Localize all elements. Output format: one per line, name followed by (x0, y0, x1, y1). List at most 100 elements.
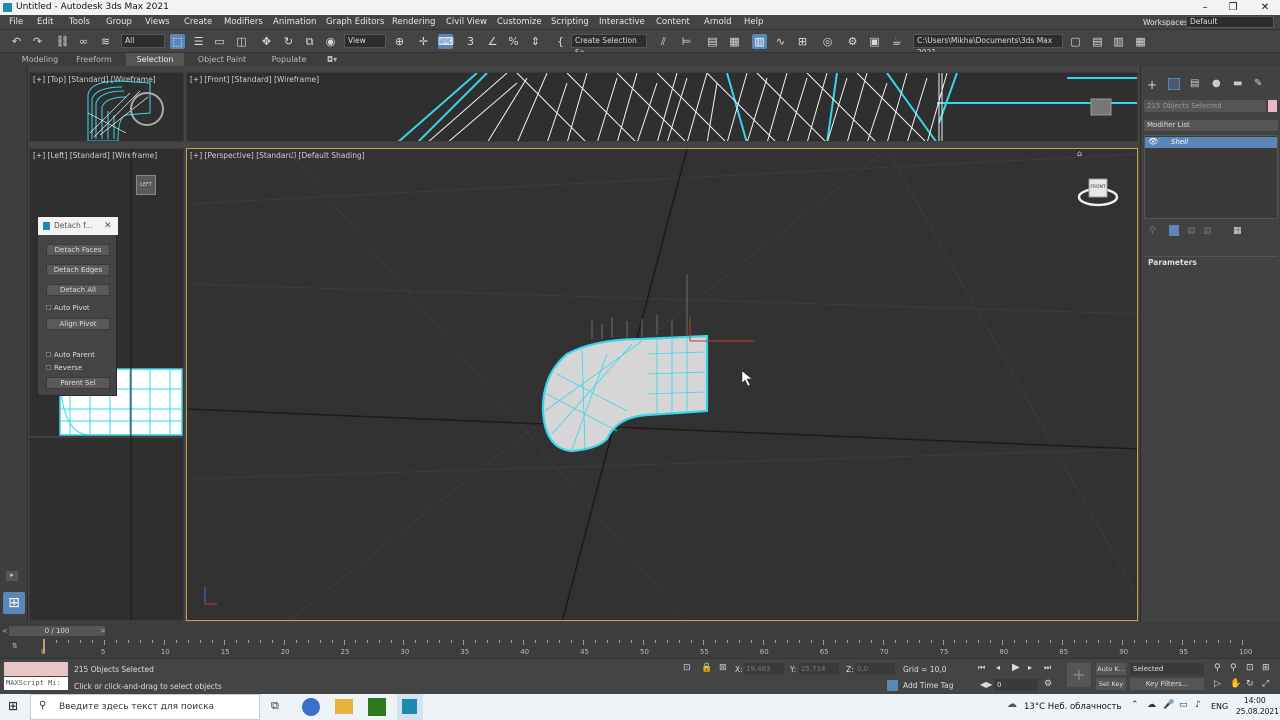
go-to-end-icon[interactable]: ⏭ (1044, 663, 1051, 673)
weather-text[interactable]: 13°C Неб. облачность (1024, 702, 1121, 712)
toggle-ribbon-icon[interactable]: ▥ (752, 34, 767, 49)
menu-interactive[interactable]: Interactive (599, 16, 645, 29)
hierarchy-tab-icon[interactable]: ▤ (1190, 78, 1199, 89)
snaps-toggle-icon[interactable]: 3 (463, 34, 478, 49)
zoom-all-icon[interactable]: ⚲ (1230, 663, 1237, 673)
menu-group[interactable]: Group (106, 16, 132, 29)
auto-parent-checkbox[interactable] (46, 352, 51, 357)
ribbon-options-icon[interactable]: ◘▾ (323, 53, 341, 66)
place-icon[interactable]: ◉ (323, 34, 338, 49)
previous-frame-icon[interactable]: ◂ (996, 663, 1000, 672)
object-color-swatch[interactable] (1268, 100, 1277, 112)
pan-view-icon[interactable]: ✋ (1230, 679, 1241, 689)
expand-layout-icon[interactable]: ▸ (6, 571, 18, 581)
clock-date[interactable]: 25.08.2021 (1236, 707, 1279, 716)
maxscript-mini-listener[interactable]: MAXScript Mi: (4, 677, 68, 690)
tray-chevron-icon[interactable]: ⌃ (1131, 700, 1139, 710)
viewport-layout-icon[interactable]: ⊞ (3, 592, 25, 614)
tab-freeform[interactable]: Freeform (70, 53, 118, 66)
set-project-icon[interactable]: ▤ (1090, 34, 1105, 49)
workspaces-dropdown[interactable]: Default (1186, 16, 1274, 28)
time-configuration-icon[interactable]: ⚙ (1044, 679, 1052, 689)
add-time-tag-button[interactable]: Add Time Tag (903, 681, 953, 690)
rotate-icon[interactable]: ↻ (281, 34, 296, 49)
window-crossing-icon[interactable]: ◫ (234, 34, 249, 49)
volume-icon[interactable]: ♪ (1195, 700, 1201, 710)
parameters-rollout[interactable]: Parameters (1144, 256, 1278, 268)
menu-tools[interactable]: Tools (69, 16, 90, 29)
spinner-snap-icon[interactable]: ⇕ (528, 34, 543, 49)
detach-edges-button[interactable]: Detach Edges (46, 264, 110, 276)
pin-stack-icon[interactable]: ⚲ (1149, 226, 1156, 236)
save-project-icon[interactable]: ▥ (1111, 34, 1126, 49)
bind-spacewarp-icon[interactable]: ≋ (98, 34, 113, 49)
show-end-result-icon[interactable] (1169, 225, 1179, 236)
orbit-icon[interactable]: ↻ (1246, 679, 1254, 689)
render-setup-icon[interactable]: ⚙ (845, 34, 860, 49)
remove-modifier-icon[interactable]: ▥ (1203, 226, 1212, 236)
object-name-field[interactable]: 215 Objects Selected (1144, 100, 1266, 112)
weather-icon[interactable]: ☁ (1007, 699, 1017, 710)
tab-selection[interactable]: Selection (126, 53, 184, 66)
mirror-icon[interactable]: ⫽ (656, 34, 671, 49)
x-coordinate-field[interactable]: 19,463 (744, 663, 784, 675)
y-coordinate-field[interactable]: 25,714 (799, 663, 839, 675)
minimize-button[interactable]: – (1190, 0, 1220, 15)
move-icon[interactable]: ✥ (259, 34, 274, 49)
menu-animation[interactable]: Animation (273, 16, 316, 29)
menu-edit[interactable]: Edit (37, 16, 53, 29)
menu-graph-editors[interactable]: Graph Editors (326, 16, 384, 29)
edit-named-selection-icon[interactable]: { (553, 34, 568, 49)
file-explorer-icon[interactable] (335, 699, 353, 714)
parent-sel-button[interactable]: Parent Sel (46, 377, 110, 389)
microphone-icon[interactable]: 🎤 (1163, 700, 1174, 710)
time-slider-prev-icon[interactable]: < (2, 627, 8, 635)
curve-editor-icon[interactable]: ∿ (773, 34, 788, 49)
select-by-name-icon[interactable]: ☰ (191, 34, 206, 49)
time-slider[interactable]: 0 / 100 (9, 626, 105, 636)
reference-coordinate-dropdown[interactable]: View (344, 34, 386, 48)
menu-arnold[interactable]: Arnold (704, 16, 732, 29)
menu-modifiers[interactable]: Modifiers (224, 16, 263, 29)
network-icon[interactable]: ▭ (1179, 700, 1188, 710)
render-production-icon[interactable]: ☕ (889, 34, 904, 49)
viewcube[interactable]: FRONT (1077, 173, 1119, 209)
modifier-list-dropdown[interactable]: Modifier List (1144, 120, 1278, 131)
onedrive-icon[interactable]: ☁ (1147, 700, 1156, 710)
align-icon[interactable]: ⊨ (679, 34, 694, 49)
field-of-view-icon[interactable]: ▷ (1214, 679, 1221, 689)
menu-rendering[interactable]: Rendering (392, 16, 435, 29)
modifier-stack-item[interactable]: 👁 Shell (1145, 137, 1277, 148)
detach-faces-button[interactable]: Detach Faces (46, 244, 110, 256)
unlink-icon[interactable]: ∞ (76, 34, 91, 49)
viewport-perspective[interactable]: [+] [Perspective] [Standard] [Default Sh… (186, 148, 1138, 621)
percent-snap-icon[interactable]: % (506, 34, 521, 49)
zoom-extents-icon[interactable]: ⊡ (1246, 663, 1254, 673)
windows-start-icon[interactable]: ⊞ (8, 699, 18, 713)
menu-create[interactable]: Create (184, 16, 212, 29)
link-icon[interactable]: ⛓ (55, 34, 70, 49)
set-key-button[interactable]: Set Key (1096, 678, 1126, 690)
auto-pivot-checkbox[interactable] (46, 305, 51, 310)
next-frame-icon[interactable]: ▸ (1028, 663, 1032, 672)
pivot-center-icon[interactable]: ⊕ (392, 34, 407, 49)
project-options-icon[interactable]: ▦ (1133, 34, 1148, 49)
modify-tab-icon[interactable] (1168, 78, 1180, 90)
configure-modifier-sets-icon[interactable]: ▦ (1233, 226, 1242, 236)
menu-help[interactable]: Help (744, 16, 763, 29)
project-path-dropdown[interactable]: C:\Users\Mikha\Documents\3ds Max 2021 (913, 34, 1063, 57)
current-frame-field[interactable]: 0 (994, 679, 1038, 691)
keyboard-shortcut-override-icon[interactable]: ⌨ (438, 34, 454, 49)
nvidia-icon[interactable] (368, 698, 386, 716)
viewport-top[interactable]: [+] [Top] [Standard] [Wireframe] (29, 72, 184, 142)
isolate-selection-icon[interactable]: ⊡ (683, 663, 691, 673)
taskbar-search-box[interactable]: ⚲ Введите здесь текст для поиска (30, 694, 260, 720)
detach-panel-header[interactable]: Detach f... ✕ (38, 217, 118, 235)
motion-tab-icon[interactable]: ● (1212, 78, 1221, 89)
select-manipulate-icon[interactable]: ✛ (416, 34, 431, 49)
menu-content[interactable]: Content (656, 16, 690, 29)
maximize-viewport-icon[interactable]: ⤢ (1262, 679, 1269, 689)
absolute-mode-icon[interactable]: ⊠ (719, 663, 727, 673)
chrome-icon[interactable] (302, 698, 320, 716)
scale-icon[interactable]: ⧉ (302, 34, 317, 49)
